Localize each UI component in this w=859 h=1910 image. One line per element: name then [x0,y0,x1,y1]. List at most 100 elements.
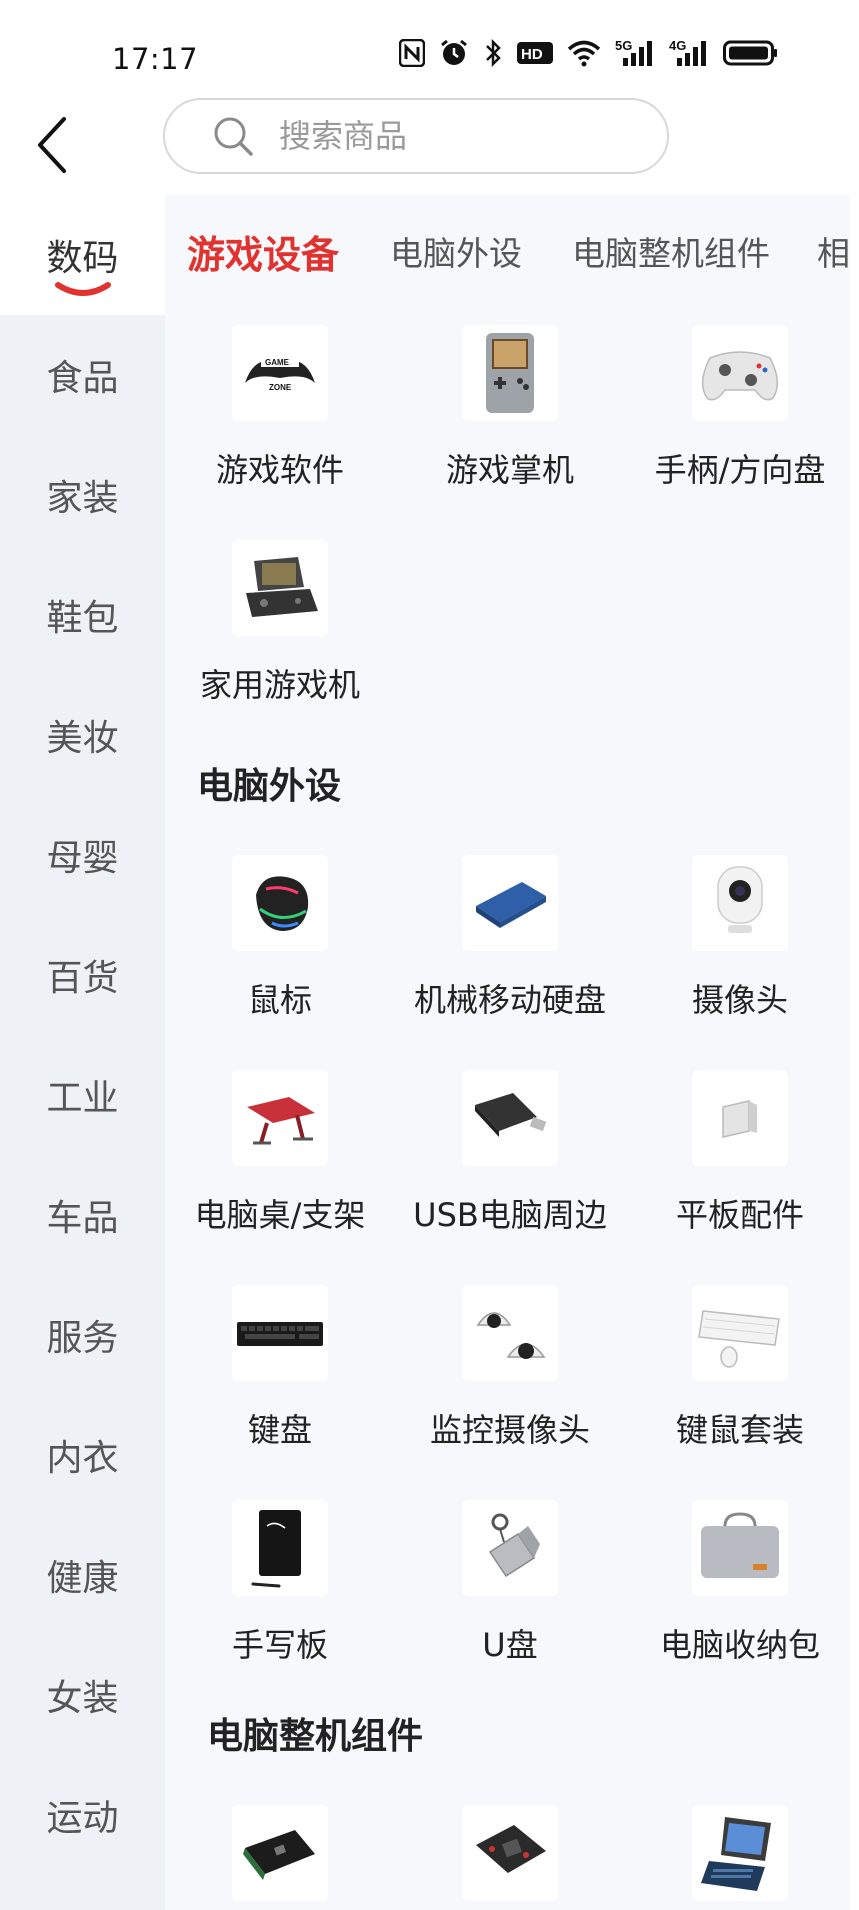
category-label: 手写板 [231,1626,328,1664]
category-label: 摄像头 [691,981,788,1019]
keyboard-icon [232,1285,328,1381]
tab-game-devices[interactable]: 游戏设备 [187,224,339,279]
category-item[interactable]: 摄像头 [625,855,850,1055]
category-label: 家用游戏机 [199,666,360,704]
sidebar-item-health[interactable]: 健康 [0,1515,165,1635]
category-label: 键盘 [247,1411,312,1449]
search-input[interactable] [277,116,641,156]
sidebar-item-label: 百货 [46,958,119,999]
category-item[interactable]: 键盘 [165,1285,395,1485]
hard-drive-icon [462,855,558,951]
sidebar-item-label: 车品 [46,1198,119,1239]
category-item[interactable]: 键鼠套装 [625,1285,850,1485]
sidebar-item-home[interactable]: 家装 [0,435,165,555]
tab-camera[interactable]: 相 [817,227,850,275]
sidebar-item-services[interactable]: 服务 [0,1275,165,1395]
svg-text:HD: HD [521,46,543,63]
section-title: 电脑外设 [197,766,342,807]
sidebar-item-label: 内衣 [46,1438,119,1479]
signal-5g-icon: 5G [615,38,655,68]
usb-device-icon [462,1070,558,1166]
category-item[interactable]: USB电脑周边 [395,1070,625,1270]
sidebar-item-womens[interactable]: 女装 [0,1635,165,1755]
sidebar-item-digital[interactable]: 数码 [0,195,165,315]
category-label: 游戏掌机 [445,451,574,489]
writing-tablet-icon [232,1500,328,1596]
svg-text:5G: 5G [615,38,632,53]
gamepad-icon [692,325,788,421]
category-item[interactable]: 鼠标 [165,855,395,1055]
sidebar-item-food[interactable]: 食品 [0,315,165,435]
webcam-icon [692,855,788,951]
category-item[interactable] [395,1805,625,1910]
category-item[interactable] [625,1805,850,1910]
sidebar-item-label: 健康 [46,1558,119,1599]
handheld-console-icon [462,325,558,421]
category-label: 键鼠套装 [675,1411,804,1449]
subcategory-tabs: 游戏设备 电脑外设 电脑整机组件 相 [165,195,850,305]
signal-4g-icon: 4G [669,38,709,68]
category-label: 电脑桌/支架 [194,1196,366,1234]
svg-text:4G: 4G [669,38,686,53]
sidebar-item-auto[interactable]: 车品 [0,1155,165,1275]
category-item[interactable]: 手柄/方向盘 [625,325,850,525]
sidebar-item-underwear[interactable]: 内衣 [0,1395,165,1515]
usb-flash-drive-icon [462,1500,558,1596]
sidebar-item-label: 家装 [46,478,119,519]
svg-text:ZONE: ZONE [269,383,292,392]
category-label: 平板配件 [675,1196,804,1234]
sidebar-item-label: 数码 [46,238,119,279]
laptop-bag-icon [692,1500,788,1596]
sidebar-item-label: 美妆 [46,718,119,759]
sidebar-item-beauty[interactable]: 美妆 [0,675,165,795]
category-item[interactable]: 机械移动硬盘 [395,855,625,1055]
category-label: 机械移动硬盘 [413,981,606,1019]
home-console-icon [232,540,328,636]
sidebar-item-sports[interactable]: 运动 [0,1755,165,1875]
category-label: 鼠标 [247,981,312,1019]
category-item[interactable] [165,1805,395,1910]
tab-pc-peripherals[interactable]: 电脑外设 [390,227,522,275]
sidebar-item-shoes-bags[interactable]: 鞋包 [0,555,165,675]
category-item[interactable]: 监控摄像头 [395,1285,625,1485]
sidebar-item-baby[interactable]: 母婴 [0,795,165,915]
sidebar-item-general[interactable]: 百货 [0,915,165,1035]
sidebar-item-label: 女装 [46,1678,119,1719]
sidebar-item-label: 服务 [46,1318,119,1359]
category-item[interactable]: 家用游戏机 [165,540,395,740]
category-label: 电脑收纳包 [659,1626,820,1664]
nfc-icon [399,38,425,68]
category-content: 游戏设备 电脑外设 电脑整机组件 相 GAME ZONE 游戏软件 游戏掌机 手柄… [165,195,850,1910]
motherboard-icon [462,1805,558,1901]
battery-icon [723,38,779,68]
wifi-icon [567,38,601,68]
sidebar-item-industrial[interactable]: 工业 [0,1035,165,1155]
bluetooth-icon [483,38,503,68]
status-icons: HD 5G 4G [399,38,779,68]
tab-pc-components[interactable]: 电脑整机组件 [572,227,770,275]
category-item[interactable]: 电脑桌/支架 [165,1070,395,1270]
mouse-icon [232,855,328,951]
svg-text:GAME: GAME [265,358,290,367]
back-button[interactable] [22,105,82,185]
category-label: 手柄/方向盘 [654,451,826,489]
category-item[interactable]: GAME ZONE 游戏软件 [165,325,395,525]
category-item[interactable]: 手写板 [165,1500,395,1700]
section-title: 电脑整机组件 [207,1716,424,1757]
sidebar-item-label: 运动 [46,1798,119,1839]
laptop-stand-icon [232,1070,328,1166]
category-label: 监控摄像头 [429,1411,590,1449]
status-bar: 17:17 HD 5G 4G [0,0,859,100]
active-indicator-icon [55,282,111,296]
category-item[interactable]: 平板配件 [625,1070,850,1270]
sidebar-item-label: 食品 [46,358,119,399]
category-label: U盘 [482,1626,538,1664]
search-icon [211,114,255,158]
category-item[interactable]: 游戏掌机 [395,325,625,525]
tablet-accessory-icon [692,1070,788,1166]
search-bar[interactable] [163,98,669,174]
category-item[interactable]: U盘 [395,1500,625,1700]
category-sidebar: 数码 食品 家装 鞋包 美妆 母婴 百货 工业 车品 服务 内衣 健康 女装 运… [0,195,165,1910]
sidebar-item-label: 工业 [46,1078,119,1119]
category-item[interactable]: 电脑收纳包 [625,1500,850,1700]
